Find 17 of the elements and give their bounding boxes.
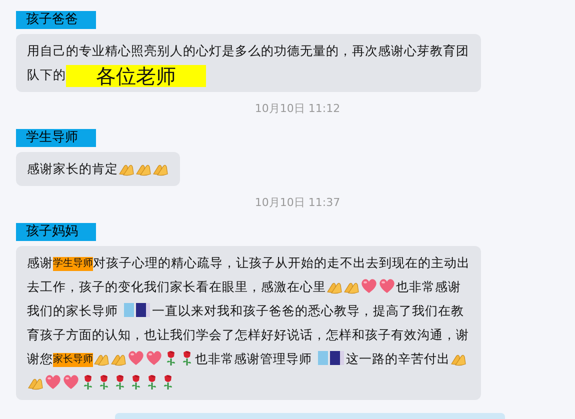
message-bubble: 感谢学生导师对孩子心理的精心疏导，让孩子从开始的走不出去到现在的主动出去工作，孩子的变化我们家长看在眼里，感激在心里 也非常感谢我们的家长导师 一直以来对我和孩子爸爸的悉心教导，提高了我们在教育孩子方面的认知，也让我们学会了怎样好好说话，怎样和孩子有效沟通，谢谢您家长导师 也非常感谢管理导师 这一路的辛苦付出 [16, 246, 481, 400]
heart-icon [378, 277, 396, 294]
heart-icon [44, 373, 62, 390]
highlighted-text: 各位老师 [66, 65, 206, 87]
heart-icon [62, 373, 80, 390]
highlighted-text: 家长导师 [53, 353, 93, 367]
sender-label: 孩子妈妈 [16, 223, 96, 241]
message-bubble: 用自己的专业精心照亮别人的心灯是多么的功德无量的，再次感谢心芽教育团队下的 各位老师 [16, 34, 481, 92]
heart-icon [145, 349, 163, 366]
message-bubble: 感谢家长的肯定 [16, 152, 180, 186]
sender-label: 学生导师 [16, 129, 96, 147]
timestamp: 10月10日 11:12 [254, 101, 340, 116]
heart-icon [360, 277, 378, 294]
timestamp: 10月10日 11:37 [254, 195, 340, 210]
heart-icon [127, 349, 145, 366]
sender-label: 孩子爸爸 [16, 11, 96, 29]
highlighted-text: 学生导师 [53, 257, 93, 271]
